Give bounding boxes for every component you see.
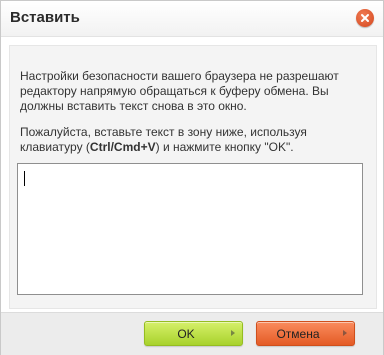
arrow-right-icon — [343, 330, 347, 336]
instruction-text-end: ) и нажмите кнопку "OK". — [155, 140, 294, 154]
security-message: Настройки безопасности вашего браузера н… — [20, 69, 339, 113]
close-button[interactable] — [356, 9, 374, 27]
keyboard-shortcut: Ctrl/Cmd+V — [89, 140, 156, 154]
dialog-title: Вставить — [10, 9, 80, 26]
dialog-body: Настройки безопасности вашего браузера н… — [9, 45, 377, 309]
close-icon — [361, 14, 369, 22]
ok-button-label: OK — [177, 327, 195, 341]
text-caret — [24, 171, 25, 186]
ok-button[interactable]: OK — [144, 321, 243, 346]
paste-area[interactable] — [17, 163, 363, 295]
paste-dialog: Вставить Настройки безопасности вашего б… — [0, 0, 384, 355]
dialog-footer: OK Отмена — [1, 312, 383, 355]
cancel-button[interactable]: Отмена — [256, 321, 355, 346]
arrow-right-icon — [231, 330, 235, 336]
cancel-button-label: Отмена — [276, 327, 320, 341]
paste-instruction: Пожалуйста, вставьте текст в зону ниже, … — [20, 125, 365, 155]
dialog-titlebar[interactable]: Вставить — [1, 1, 383, 37]
